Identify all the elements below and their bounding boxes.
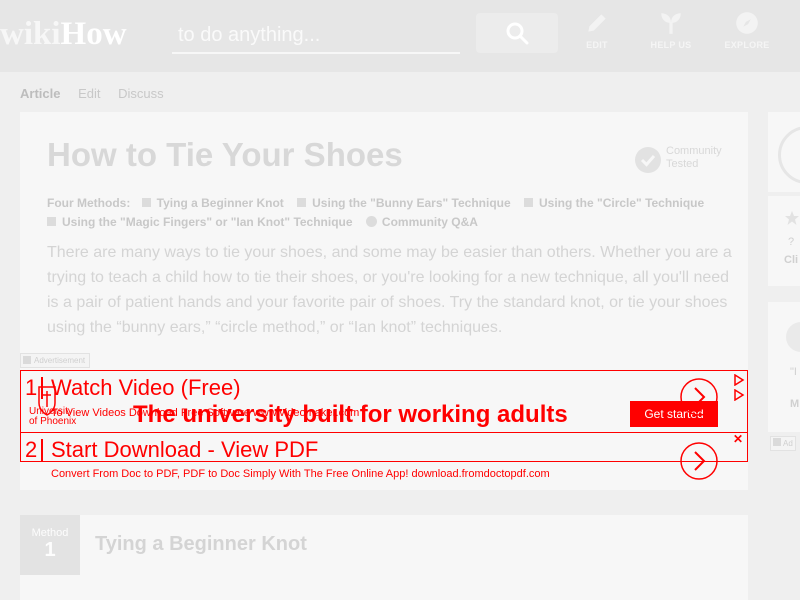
advertisement-label-text: Advertisement xyxy=(34,356,86,365)
ad-item-1-headline[interactable]: Watch Video (Free) xyxy=(51,376,241,400)
star-icon xyxy=(785,211,799,225)
ad-item-1-subtext[interactable]: To View Videos Download Free Software ww… xyxy=(51,407,359,419)
method-link-3[interactable]: Using the "Circle" Technique xyxy=(524,194,704,213)
method-link-1[interactable]: Tying a Beginner Knot xyxy=(141,194,284,213)
square-bullet-icon xyxy=(141,198,151,207)
square-bullet-icon xyxy=(524,198,533,207)
badge-line-2: Tested xyxy=(666,158,699,170)
sidebar-ad-label: Ad xyxy=(770,436,796,451)
search-button[interactable] xyxy=(476,13,558,53)
ad-banner[interactable]: University of Phoenix The university bui… xyxy=(20,370,748,480)
methods-label: Four Methods: xyxy=(47,196,131,210)
method-link-2-label: Using the "Bunny Ears" Technique xyxy=(312,196,511,210)
ad-item-2-number: 2 xyxy=(25,437,38,462)
method-number: 1 xyxy=(44,539,56,561)
nav-explore[interactable]: EXPLORE xyxy=(712,8,782,64)
site-header: wikiHow EDIT HELP US EXPLORE xyxy=(0,0,800,72)
ad-item-1-divider xyxy=(41,377,43,399)
logo-how: How xyxy=(60,16,127,52)
ad-divider-line xyxy=(21,432,747,433)
sidebar-ad-label-text: Ad xyxy=(783,439,793,448)
ad-item-2-subtext[interactable]: Convert From Doc to PDF, PDF to Doc Simp… xyxy=(51,468,550,480)
tab-article[interactable]: Article xyxy=(20,86,60,101)
logo-wiki: wiki xyxy=(0,16,61,52)
search-input[interactable] xyxy=(172,18,460,52)
sidebar-name-cut: M xyxy=(790,398,800,410)
ad-item-1-arrow-icon[interactable] xyxy=(679,377,719,417)
method-link-3-label: Using the "Circle" Technique xyxy=(539,196,705,210)
search-icon xyxy=(506,22,529,45)
sprout-icon xyxy=(661,13,681,34)
pencil-icon xyxy=(588,14,606,32)
compass-icon xyxy=(736,12,758,34)
sidebar-link-cut[interactable]: Cli xyxy=(784,254,798,266)
page-title: How to Tie Your Shoes xyxy=(47,136,403,173)
community-tested-text: Community Tested xyxy=(666,145,722,171)
badge-line-1: Community xyxy=(666,145,722,157)
sidebar-quote-cut: "I xyxy=(790,366,797,378)
method-number-badge: Method 1 xyxy=(20,515,80,575)
search-box xyxy=(172,18,460,54)
method-link-qa-label: Community Q&A xyxy=(381,215,478,229)
check-badge-icon xyxy=(635,147,661,173)
nav-edit-label: EDIT xyxy=(586,40,608,50)
ad-item-2-headline[interactable]: Start Download - View PDF xyxy=(51,438,318,462)
method-title: Tying a Beginner Knot xyxy=(95,533,307,555)
method-link-4-label: Using the "Magic Fingers" or "Ian Knot" … xyxy=(62,215,353,229)
nav-explore-label: EXPLORE xyxy=(724,40,770,50)
advertisement-label: Advertisement xyxy=(20,353,91,368)
sidebar-card-2 xyxy=(768,196,800,286)
ad-choices-icon[interactable] xyxy=(733,374,745,386)
method-link-qa[interactable]: Community Q&A xyxy=(365,213,478,232)
method-link-2[interactable]: Using the "Bunny Ears" Technique xyxy=(297,194,511,213)
tab-discuss[interactable]: Discuss xyxy=(118,86,164,101)
wikihow-logo[interactable]: wikiHow xyxy=(0,14,127,54)
ad-info-icon[interactable] xyxy=(733,389,745,401)
ad-item-2-divider xyxy=(41,439,43,461)
method-link-1-label: Tying a Beginner Knot xyxy=(156,196,284,210)
nav-edit[interactable]: EDIT xyxy=(562,8,632,64)
square-bullet-icon xyxy=(297,198,307,207)
method-link-4[interactable]: Using the "Magic Fingers" or "Ian Knot" … xyxy=(47,213,353,232)
info-icon xyxy=(773,438,781,446)
nav-help-us-label: HELP US xyxy=(650,40,692,50)
intro-paragraph: There are many ways to tie your shoes, a… xyxy=(47,244,732,336)
ad-item-1-number: 1 xyxy=(25,375,38,400)
nav-help-us[interactable]: HELP US xyxy=(636,8,706,64)
square-bullet-icon xyxy=(47,217,56,226)
method-label: Method xyxy=(31,527,69,539)
article-tabs: Article Edit Discuss xyxy=(20,86,178,101)
ad-item-2-arrow-icon[interactable] xyxy=(679,441,719,481)
ad-close-icon[interactable]: ✕ xyxy=(733,433,743,445)
tab-edit[interactable]: Edit xyxy=(78,86,100,101)
question-icon xyxy=(365,216,377,227)
methods-row: Four Methods: Tying a Beginner Knot Usin… xyxy=(47,194,737,232)
community-tested-badge[interactable]: Community Tested xyxy=(634,144,744,174)
method-section: Method 1 Tying a Beginner Knot xyxy=(20,515,748,600)
sidebar-tiny-text: ? xyxy=(788,236,795,248)
info-icon xyxy=(23,356,31,364)
